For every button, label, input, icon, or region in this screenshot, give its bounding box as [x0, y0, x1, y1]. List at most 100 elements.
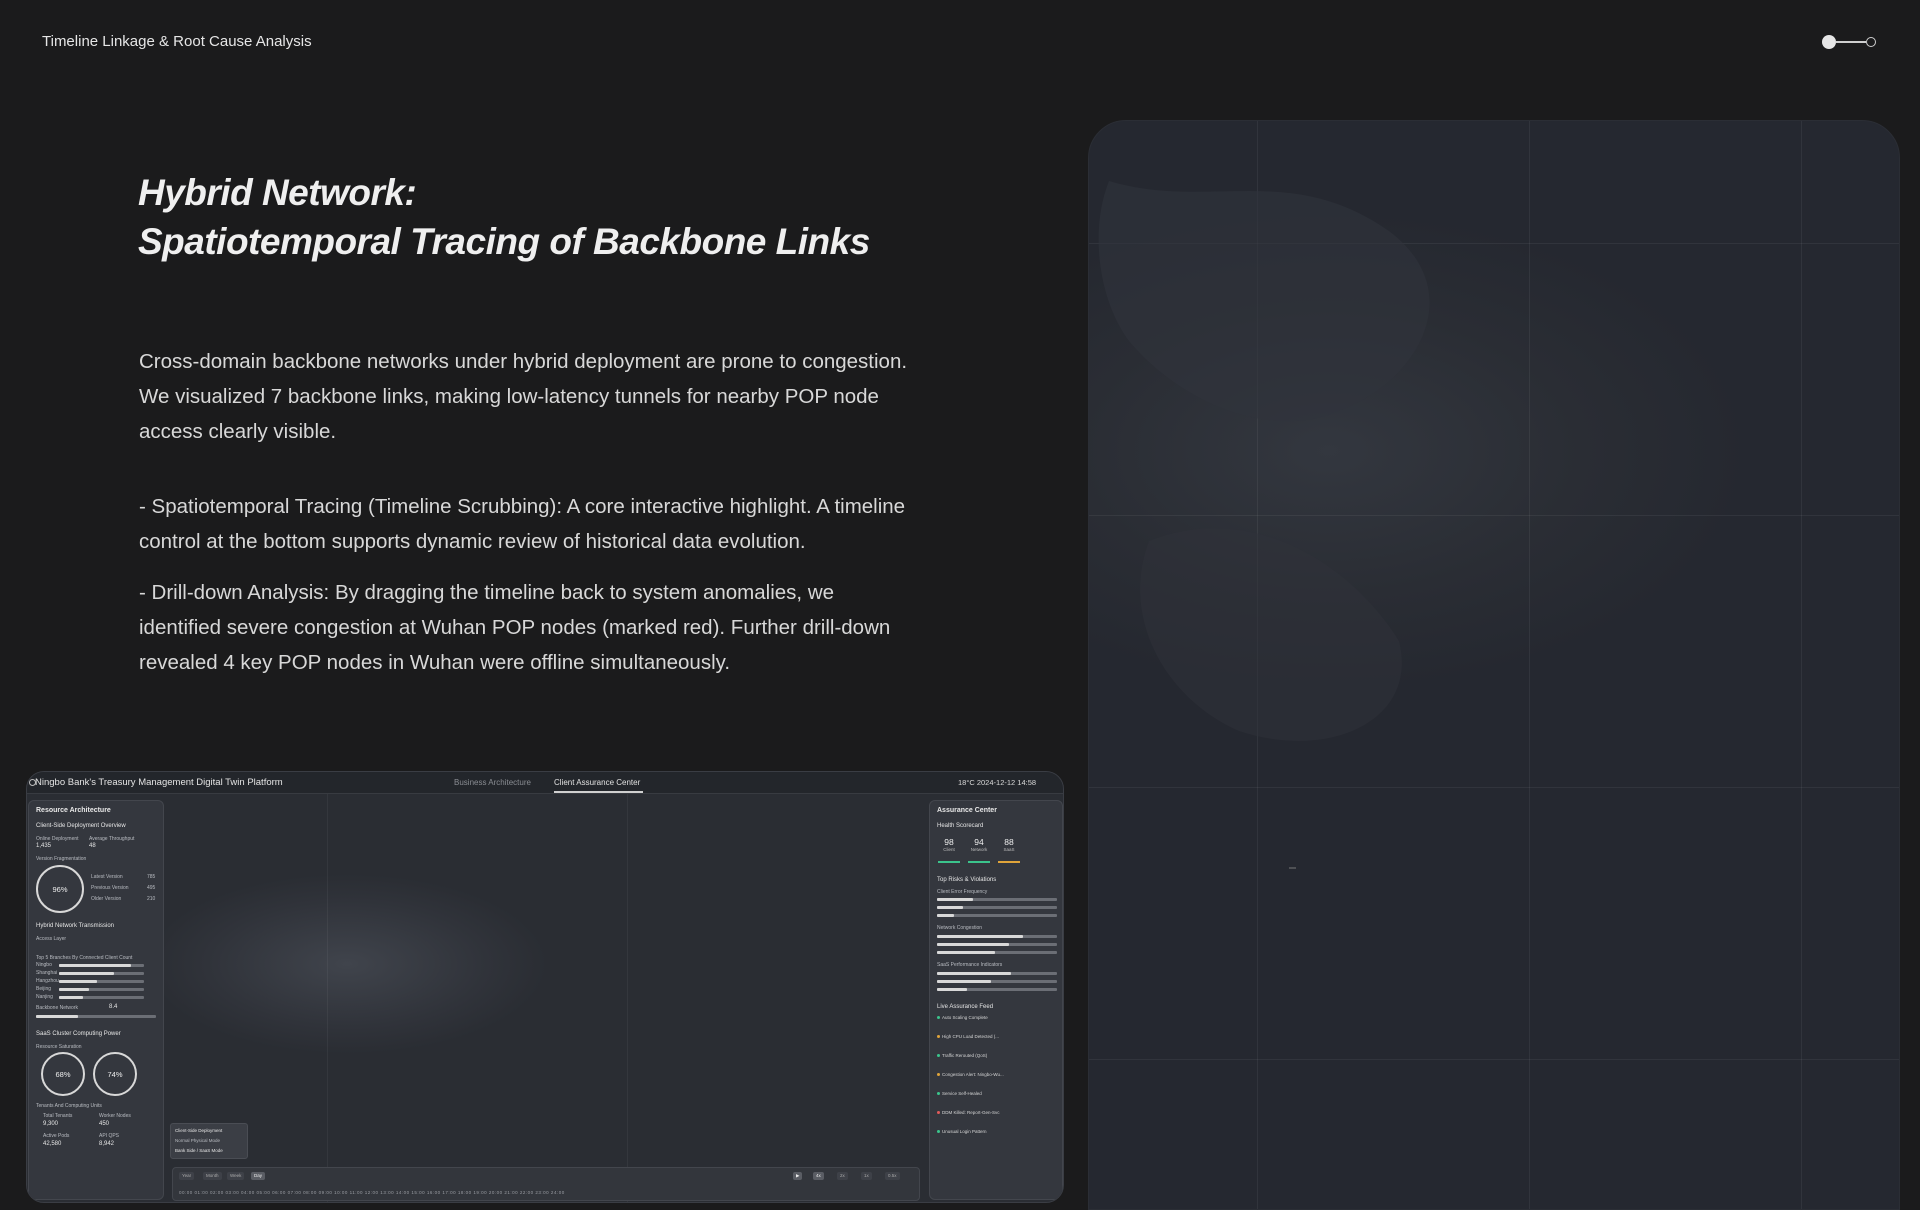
feed-text: DDM Killed: Report-Gen-Svc	[942, 1110, 1000, 1115]
score-underline	[968, 861, 990, 863]
feed-item[interactable]: DDM Killed: Report-Gen-Svc	[937, 1110, 1000, 1115]
congestion-bar	[937, 951, 1057, 954]
feed-text: High CPU Load Detected (...	[942, 1034, 1000, 1039]
feed-item[interactable]: Unusual Login Pattern	[937, 1129, 987, 1134]
branch-label: Shanghai	[36, 970, 58, 976]
pager-dot-inactive[interactable]	[1866, 37, 1876, 47]
timeline-scrubber[interactable]: Year Month Week Day ▶ 4x 2x 1x 0.5x 00:00 01:0…	[172, 1167, 920, 1201]
section-label: Version Fragmentation	[36, 856, 87, 862]
feed-text: Traffic Rerouted (QoS)	[942, 1053, 988, 1058]
feed-text: Unusual Login Pattern	[942, 1129, 987, 1134]
risk-bar	[937, 906, 1057, 909]
assurance-center-panel: Assurance Center Health Scorecard 98 Clie…	[929, 800, 1063, 1200]
slide-pager[interactable]	[1822, 35, 1878, 49]
health-score: 94 Network	[966, 837, 992, 863]
feed-item[interactable]: Congestion Alert: Ningbo-Wu...	[937, 1072, 1004, 1077]
score-underline	[938, 861, 960, 863]
risk-bar	[937, 898, 1057, 901]
bullet-drill-down: - Drill-down Analysis: By dragging the t…	[139, 575, 969, 680]
headline-line-1: Hybrid Network:	[138, 172, 417, 213]
popup-line: Bank Side / SaaS Mode	[175, 1148, 223, 1153]
feed-text: Auto Scaling Complete	[942, 1015, 988, 1020]
feed-item[interactable]: High CPU Load Detected (...	[937, 1034, 999, 1039]
bullet-line: control at the bottom supports dynamic r…	[139, 530, 806, 553]
feed-text: Congestion Alert: Ningbo-Wu...	[942, 1072, 1004, 1077]
score-label: SaaS	[1003, 847, 1015, 852]
metric-value: 8.4	[109, 1004, 118, 1010]
metric-value: 450	[99, 1121, 110, 1127]
congestion-bar	[937, 943, 1057, 946]
score-underline	[998, 861, 1020, 863]
section-label: Network Congestion	[937, 925, 983, 931]
dashboard-brand: Ningbo Bank's Treasury Management Digita…	[35, 777, 283, 788]
metric-value: 9,300	[43, 1121, 59, 1127]
panel-title: Resource Architecture	[36, 807, 111, 814]
deployment-popup[interactable]: Client-Side Deployment Normal Physical M…	[170, 1123, 248, 1159]
ring-value: 96%	[52, 885, 68, 894]
score-label: Network	[970, 847, 988, 852]
section-title: Live Assurance Feed	[937, 1004, 994, 1010]
legend-value: 785	[147, 874, 156, 880]
feed-item[interactable]: Traffic Rerouted (QoS)	[937, 1053, 987, 1058]
timeline-speed-button[interactable]: 2x	[837, 1172, 848, 1180]
status-dot-icon	[937, 1054, 940, 1057]
legend-label: Latest Version	[91, 874, 123, 880]
timeline-mode-button[interactable]: Day	[251, 1172, 266, 1180]
feed-item[interactable]: Auto Scaling Complete	[937, 1015, 988, 1020]
section-title: Health Scorecard	[937, 823, 984, 829]
bullet-line: identified severe congestion at Wuhan PO…	[139, 616, 891, 639]
section-label: Resource Saturation	[36, 1044, 82, 1050]
pager-dot-active[interactable]	[1822, 35, 1836, 49]
grid-line	[627, 794, 628, 1202]
bullet-line: - Spatiotemporal Tracing (Timeline Scrub…	[139, 495, 906, 518]
dashboard-screenshot: Ningbo Bank's Treasury Management Digita…	[26, 771, 1064, 1203]
branch-label: Hangzhou	[36, 978, 59, 984]
section-label: Top 5 Branches By Connected Client Count	[36, 955, 133, 961]
tab-client-assurance-center[interactable]: Client Assurance Center	[554, 778, 640, 787]
panel-title: Assurance Center	[937, 807, 997, 814]
score-value: 88	[1004, 837, 1014, 847]
status-dot-icon	[937, 1111, 940, 1114]
health-score: 88 SaaS	[996, 837, 1022, 863]
feed-item[interactable]: Service Self-Healed	[937, 1091, 982, 1096]
section-label: SaaS Performance Indicators	[937, 962, 1003, 968]
feed-text: Service Self-Healed	[942, 1091, 982, 1096]
timeline-mode-button[interactable]: Week	[227, 1172, 245, 1180]
metric-label: Backbone Network	[36, 1005, 78, 1011]
intro-line: We visualized 7 backbone links, making l…	[139, 385, 879, 408]
timeline-mode-button[interactable]: Year	[179, 1172, 195, 1180]
metric-label: Access Layer	[36, 936, 67, 942]
status-dot-icon	[937, 1130, 940, 1133]
metric-value: 8,942	[99, 1141, 115, 1147]
timeline-mode-button[interactable]: Month	[203, 1172, 222, 1180]
timeline-speed-button[interactable]: 0.5x	[885, 1172, 900, 1180]
timeline-speed-button[interactable]: 1x	[861, 1172, 872, 1180]
branch-label: Beijing	[36, 986, 52, 992]
metric-label: Online Deployment	[36, 836, 79, 842]
map-panel[interactable]	[1088, 120, 1900, 1210]
bullet-line: revealed 4 key POP nodes in Wuhan were o…	[139, 651, 731, 674]
risk-bar	[937, 914, 1057, 917]
section-title: Hybrid Network Transmission	[36, 923, 115, 929]
metric-value: 1,435	[36, 843, 52, 849]
metric-label: Total Tenants	[43, 1113, 73, 1119]
ring-value: 74%	[107, 1070, 123, 1079]
branch-bar	[59, 980, 144, 983]
bullet-timeline-scrubbing: - Spatiotemporal Tracing (Timeline Scrub…	[139, 489, 969, 559]
timeline-speed-button[interactable]: 4x	[813, 1172, 824, 1180]
status-dot-icon	[937, 1092, 940, 1095]
branch-label: Ningbo	[36, 962, 52, 968]
terrain-shading	[1098, 181, 1430, 869]
tab-business-architecture[interactable]: Business Architecture	[454, 778, 531, 787]
ring-value: 68%	[55, 1070, 71, 1079]
page-header-title: Timeline Linkage & Root Cause Analysis	[42, 33, 312, 50]
popup-line: Client-Side Deployment	[175, 1128, 223, 1133]
play-icon[interactable]: ▶	[793, 1172, 803, 1180]
legend-value: 495	[147, 885, 156, 891]
pager-connector	[1836, 41, 1866, 43]
legend-value: 210	[147, 896, 156, 902]
active-tab-underline	[554, 791, 643, 793]
bullet-line: - Drill-down Analysis: By dragging the t…	[139, 581, 835, 604]
saas-bar	[937, 972, 1057, 975]
metric-label: Worker Nodes	[99, 1113, 131, 1119]
